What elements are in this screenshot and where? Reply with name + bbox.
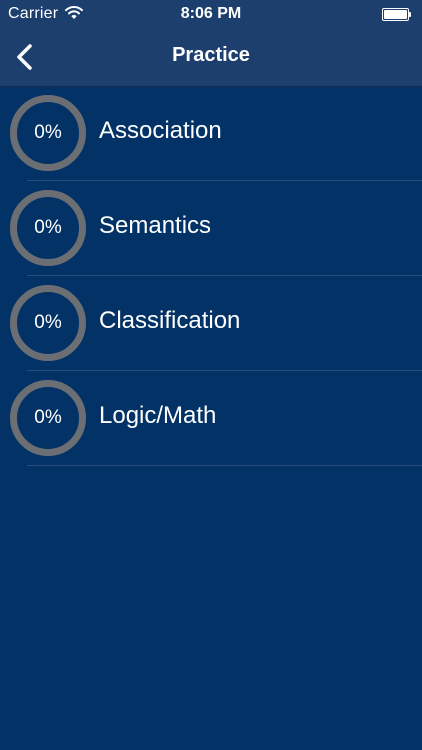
page-title: Practice <box>172 44 250 66</box>
top-bar: Carrier 8:06 PM Practice <box>0 0 422 87</box>
progress-percent: 0% <box>34 122 62 143</box>
battery-icon <box>382 8 412 21</box>
progress-ring: 0% <box>10 95 86 171</box>
progress-ring: 0% <box>10 285 86 361</box>
category-row-association[interactable]: 0% Association <box>0 86 422 181</box>
progress-percent: 0% <box>34 407 62 428</box>
category-label: Association <box>99 117 222 144</box>
category-label: Logic/Math <box>99 402 217 429</box>
progress-percent: 0% <box>34 217 62 238</box>
status-time: 8:06 PM <box>180 5 242 22</box>
category-row-semantics[interactable]: 0% Semantics <box>0 181 422 276</box>
progress-percent: 0% <box>34 312 62 333</box>
row-separator <box>27 465 422 466</box>
category-row-logic-math[interactable]: 0% Logic/Math <box>0 371 422 466</box>
category-label: Classification <box>99 307 241 334</box>
status-bar: Carrier 8:06 PM <box>0 0 422 30</box>
category-row-classification[interactable]: 0% Classification <box>0 276 422 371</box>
navigation-bar: Practice <box>0 30 422 86</box>
practice-category-list: 0% Association 0% Semantics 0% Classific… <box>0 86 422 466</box>
progress-ring: 0% <box>10 190 86 266</box>
progress-ring: 0% <box>10 380 86 456</box>
category-label: Semantics <box>99 212 212 239</box>
